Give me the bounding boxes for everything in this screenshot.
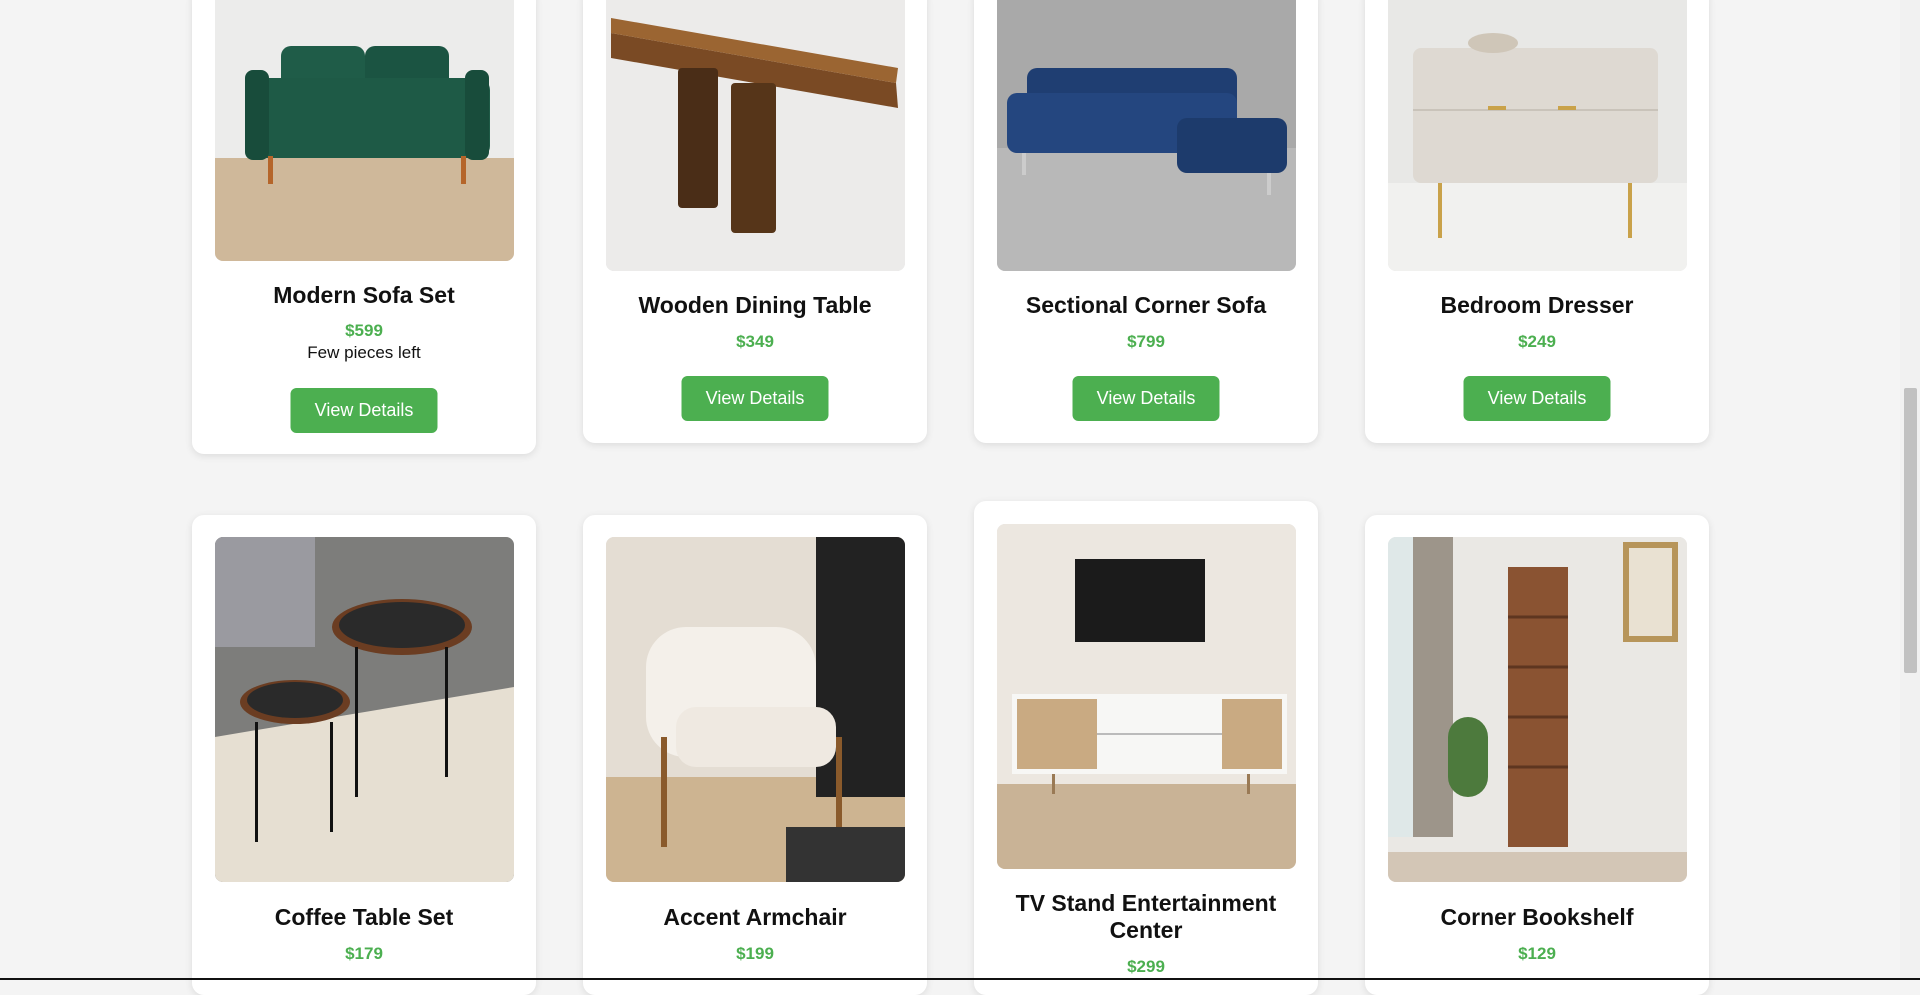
view-details-button[interactable]: View Details: [1463, 376, 1611, 421]
view-details-button[interactable]: View Details: [681, 376, 829, 421]
product-price: $129: [1518, 944, 1556, 963]
product-price: $349: [736, 332, 774, 351]
product-image-dining-table: [606, 0, 905, 271]
product-grid: Modern Sofa Set $599 Few pieces left Vie…: [0, 0, 1900, 995]
product-card: Modern Sofa Set $599 Few pieces left Vie…: [192, 0, 536, 454]
product-card: Coffee Table Set $179: [192, 515, 536, 995]
product-title: Corner Bookshelf: [1440, 904, 1634, 930]
product-image-sectional-sofa: [997, 0, 1296, 271]
product-title: Sectional Corner Sofa: [1025, 292, 1267, 318]
stock-status: Few pieces left: [307, 343, 421, 362]
product-image-armchair: [606, 537, 905, 882]
product-title: Modern Sofa Set: [273, 282, 455, 308]
product-price: $599: [345, 321, 383, 340]
product-price: $799: [1127, 332, 1165, 351]
product-image-tv-stand: [997, 524, 1296, 869]
product-card: Sectional Corner Sofa $799 View Details: [974, 0, 1318, 443]
product-price: $249: [1518, 332, 1556, 351]
product-image-sofa: [215, 0, 514, 261]
product-card: Accent Armchair $199: [583, 515, 927, 995]
product-card: Wooden Dining Table $349 View Details: [583, 0, 927, 443]
product-image-coffee-table: [215, 537, 514, 882]
product-price: $299: [1127, 957, 1165, 976]
product-card: TV Stand Entertainment Center $299: [974, 501, 1318, 995]
view-details-button[interactable]: View Details: [1072, 376, 1220, 421]
product-title: Coffee Table Set: [274, 904, 454, 930]
product-price: $179: [345, 944, 383, 963]
product-card: Bedroom Dresser $249 View Details: [1365, 0, 1709, 443]
scrollbar-thumb[interactable]: [1904, 388, 1917, 673]
product-title: Wooden Dining Table: [638, 292, 872, 318]
page-scrollbar[interactable]: [1900, 0, 1920, 980]
view-details-button[interactable]: View Details: [290, 388, 438, 433]
product-title: TV Stand Entertainment Center: [1015, 890, 1277, 943]
product-image-bookshelf: [1388, 537, 1687, 882]
product-price: $199: [736, 944, 774, 963]
product-title: Bedroom Dresser: [1440, 292, 1634, 318]
product-image-dresser: [1388, 0, 1687, 271]
product-card: Corner Bookshelf $129: [1365, 515, 1709, 995]
product-title: Accent Armchair: [663, 904, 847, 930]
